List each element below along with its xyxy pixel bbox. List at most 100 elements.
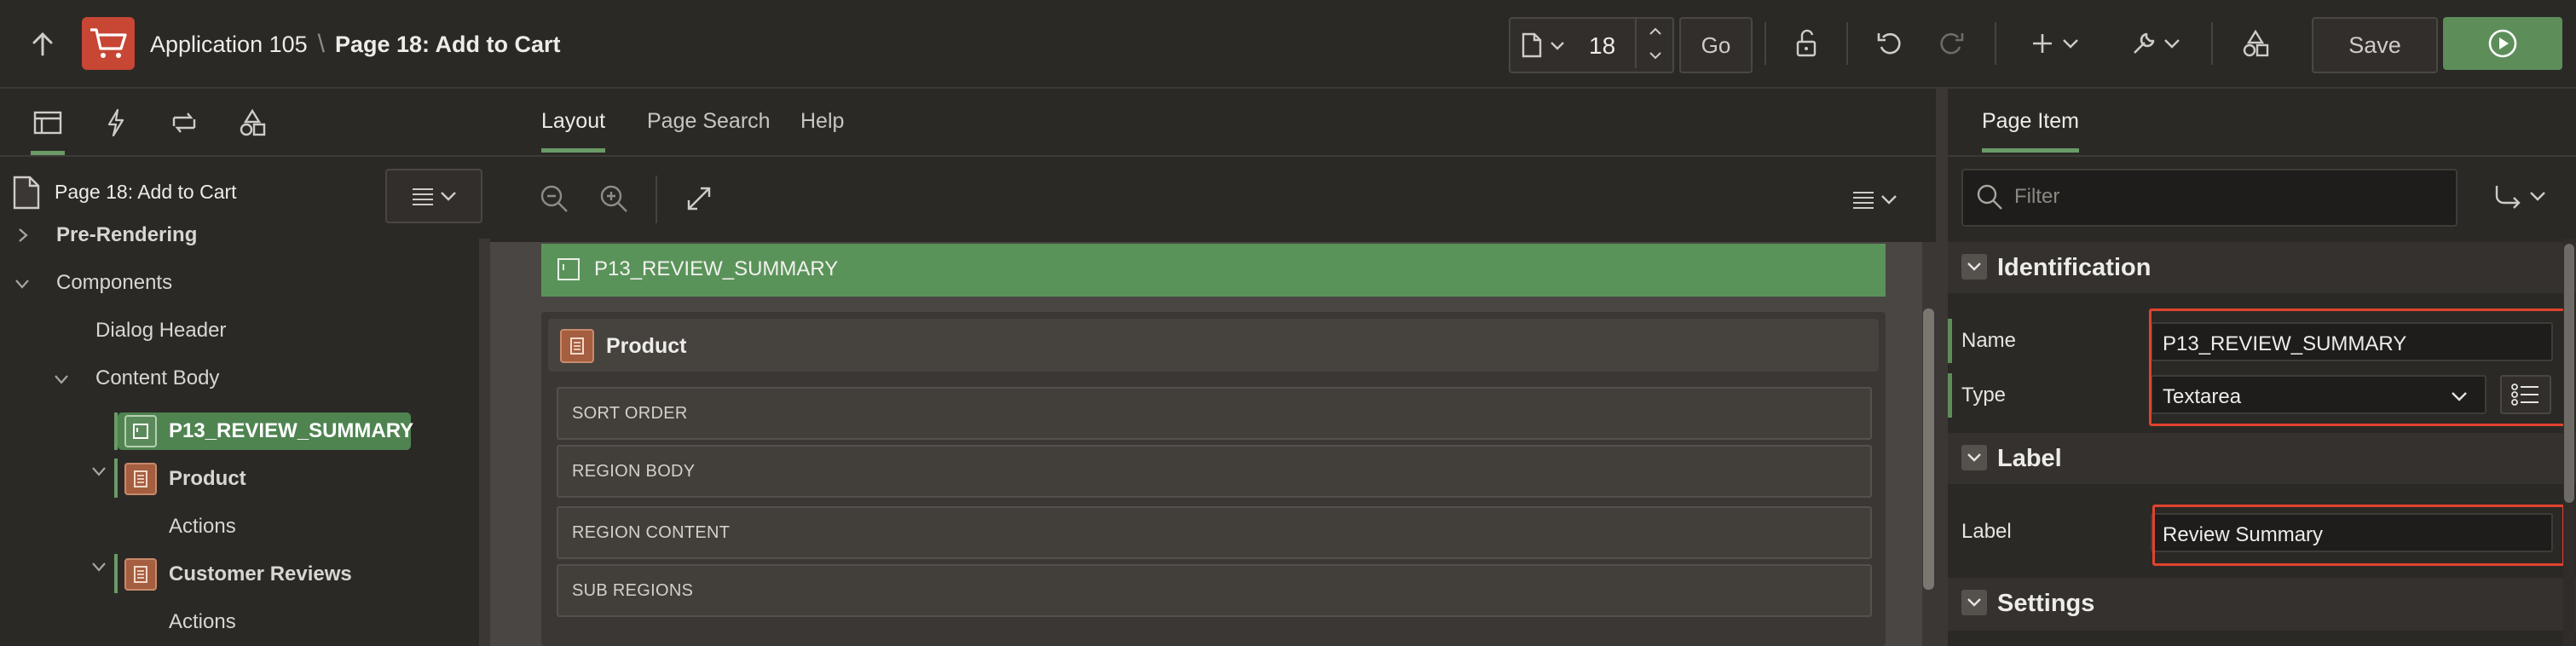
breadcrumb-page: Page 18: Add to Cart	[334, 31, 561, 57]
shared-components-icon[interactable]	[2233, 24, 2278, 63]
page-stepper[interactable]	[1635, 19, 1674, 68]
shopping-cart-icon[interactable]	[82, 17, 135, 70]
search-icon	[1977, 184, 2002, 210]
group-settings[interactable]: Settings	[1948, 578, 2576, 631]
slot-region-content[interactable]: REGION CONTENT	[557, 506, 1872, 559]
tree-node-actions[interactable]: Actions	[169, 505, 236, 548]
highlight-label	[2152, 505, 2565, 566]
group-label[interactable]: Label	[1948, 433, 2576, 484]
menu-icon	[1853, 192, 1874, 209]
page-selector[interactable]: 18	[1509, 17, 1674, 73]
tree-node-dialog-header[interactable]: Dialog Header	[95, 309, 226, 352]
group-identification[interactable]: Identification	[1948, 242, 2576, 293]
filter-field[interactable]	[1961, 169, 2458, 227]
slot-label: SUB REGIONS	[572, 581, 694, 600]
shared-components-tab[interactable]	[232, 102, 273, 143]
breadcrumb: Application 105 \ Page 18: Add to Cart	[150, 26, 561, 63]
chevron-down-icon[interactable]	[53, 373, 70, 385]
canvas-item-label: P13_REVIEW_SUMMARY	[594, 257, 839, 280]
filter-input[interactable]	[2013, 182, 2442, 211]
region-header[interactable]: Product	[548, 319, 1879, 372]
tree-node-product[interactable]: Product	[124, 458, 246, 500]
chevron-right-icon[interactable]	[17, 227, 29, 244]
prop-label-label: Label	[1961, 520, 2012, 543]
tree-title[interactable]: Page 18: Add to Cart	[55, 181, 237, 204]
tree-node-actions[interactable]: Actions	[169, 601, 236, 643]
run-button[interactable]	[2443, 17, 2562, 70]
go-to-group-button[interactable]	[2471, 170, 2567, 222]
layout-canvas[interactable]: P13_REVIEW_SUMMARY Product SORT ORDER RE…	[490, 242, 1936, 646]
slot-sort-order[interactable]: SORT ORDER	[557, 387, 1872, 440]
layout-menu-button[interactable]	[1840, 181, 1909, 218]
save-button[interactable]: Save	[2312, 17, 2438, 73]
lightning-icon	[107, 108, 124, 137]
redo-icon[interactable]	[1930, 24, 1972, 63]
tab-page-search[interactable]: Page Search	[647, 109, 771, 134]
breadcrumb-app[interactable]: Application 105	[150, 32, 308, 58]
property-scrollbar-thumb[interactable]	[2564, 244, 2574, 503]
slot-sub-regions[interactable]: SUB REGIONS	[557, 564, 1872, 617]
up-arrow-icon[interactable]	[26, 27, 60, 61]
page-number-input[interactable]: 18	[1589, 32, 1615, 60]
tree-node-content-body[interactable]: Content Body	[95, 357, 219, 400]
slot-region-body[interactable]: REGION BODY	[557, 445, 1872, 498]
rendering-tab[interactable]	[27, 102, 68, 155]
go-button[interactable]: Go	[1679, 17, 1753, 73]
collapse-icon[interactable]	[1961, 590, 1987, 615]
app-header: Application 105 \ Page 18: Add to Cart 1…	[0, 0, 2576, 89]
unlock-icon[interactable]	[1785, 24, 1828, 63]
processing-icon	[172, 112, 196, 133]
chevron-down-icon[interactable]	[90, 465, 107, 477]
canvas-region-product[interactable]: Product SORT ORDER REGION BODY REGION CO…	[541, 312, 1886, 646]
layout-panel: Layout Page Search Help P13_REVIEW_SUMMA…	[490, 89, 1936, 646]
left-scrollbar[interactable]	[479, 239, 490, 646]
chevron-down-icon[interactable]	[14, 278, 31, 290]
text-item-icon	[557, 258, 580, 280]
tree-node-label: Customer Reviews	[169, 562, 352, 585]
rendering-tree-panel: Page 18: Add to Cart Pre-Rendering Compo…	[0, 89, 490, 646]
collapse-icon[interactable]	[1961, 254, 1987, 280]
dynamic-actions-tab[interactable]	[95, 102, 136, 143]
tree-node-label: Product	[169, 467, 246, 490]
tab-help[interactable]: Help	[800, 109, 844, 134]
tab-layout[interactable]: Layout	[541, 109, 606, 153]
tab-page-item[interactable]: Page Item	[1982, 109, 2079, 153]
page-icon	[12, 176, 41, 210]
create-menu[interactable]	[2020, 24, 2088, 63]
shared-components-icon	[240, 108, 266, 136]
tree-node-pre-rendering[interactable]: Pre-Rendering	[56, 214, 197, 257]
tree-connector	[114, 459, 118, 498]
chevron-down-icon	[2063, 39, 2078, 49]
slot-label: REGION BODY	[572, 462, 696, 481]
group-title: Settings	[1997, 590, 2095, 617]
chevron-down-icon[interactable]	[90, 561, 107, 573]
processing-tab[interactable]	[164, 102, 205, 143]
slot-label: REGION CONTENT	[572, 523, 731, 542]
left-tab-bar	[0, 89, 490, 157]
utilities-menu[interactable]	[2119, 24, 2191, 63]
canvas-item-p13-review-summary[interactable]: P13_REVIEW_SUMMARY	[541, 244, 1886, 297]
zoom-out-icon[interactable]	[534, 179, 574, 218]
right-tab-bar: Page Item	[1948, 89, 2576, 157]
plus-icon	[2033, 34, 2052, 53]
expand-icon[interactable]	[679, 179, 719, 218]
prop-label-name: Name	[1961, 329, 2017, 352]
changed-marker	[1948, 373, 1952, 418]
tree-node-p13-review-summary[interactable]: P13_REVIEW_SUMMARY	[124, 410, 413, 453]
undo-icon[interactable]	[1868, 24, 1911, 63]
center-tab-bar: Layout Page Search Help	[490, 89, 1936, 157]
zoom-in-icon[interactable]	[594, 179, 633, 218]
tree-menu-button[interactable]	[385, 169, 482, 223]
tree-node-customer-reviews[interactable]: Customer Reviews	[124, 553, 352, 596]
play-icon	[2488, 29, 2517, 58]
highlight-identification	[2149, 309, 2567, 426]
property-editor: Page Item Identification Name P13_REVIEW…	[1936, 89, 2576, 646]
rendering-icon	[33, 111, 62, 135]
canvas-scrollbar-thumb[interactable]	[1923, 309, 1934, 590]
collapse-icon[interactable]	[1961, 445, 1987, 470]
menu-icon	[413, 188, 433, 205]
tree-node-components[interactable]: Components	[56, 262, 172, 304]
chevron-down-icon	[441, 192, 456, 201]
breadcrumb-separator: \	[317, 30, 325, 58]
chevron-down-icon[interactable]	[1550, 41, 1565, 51]
